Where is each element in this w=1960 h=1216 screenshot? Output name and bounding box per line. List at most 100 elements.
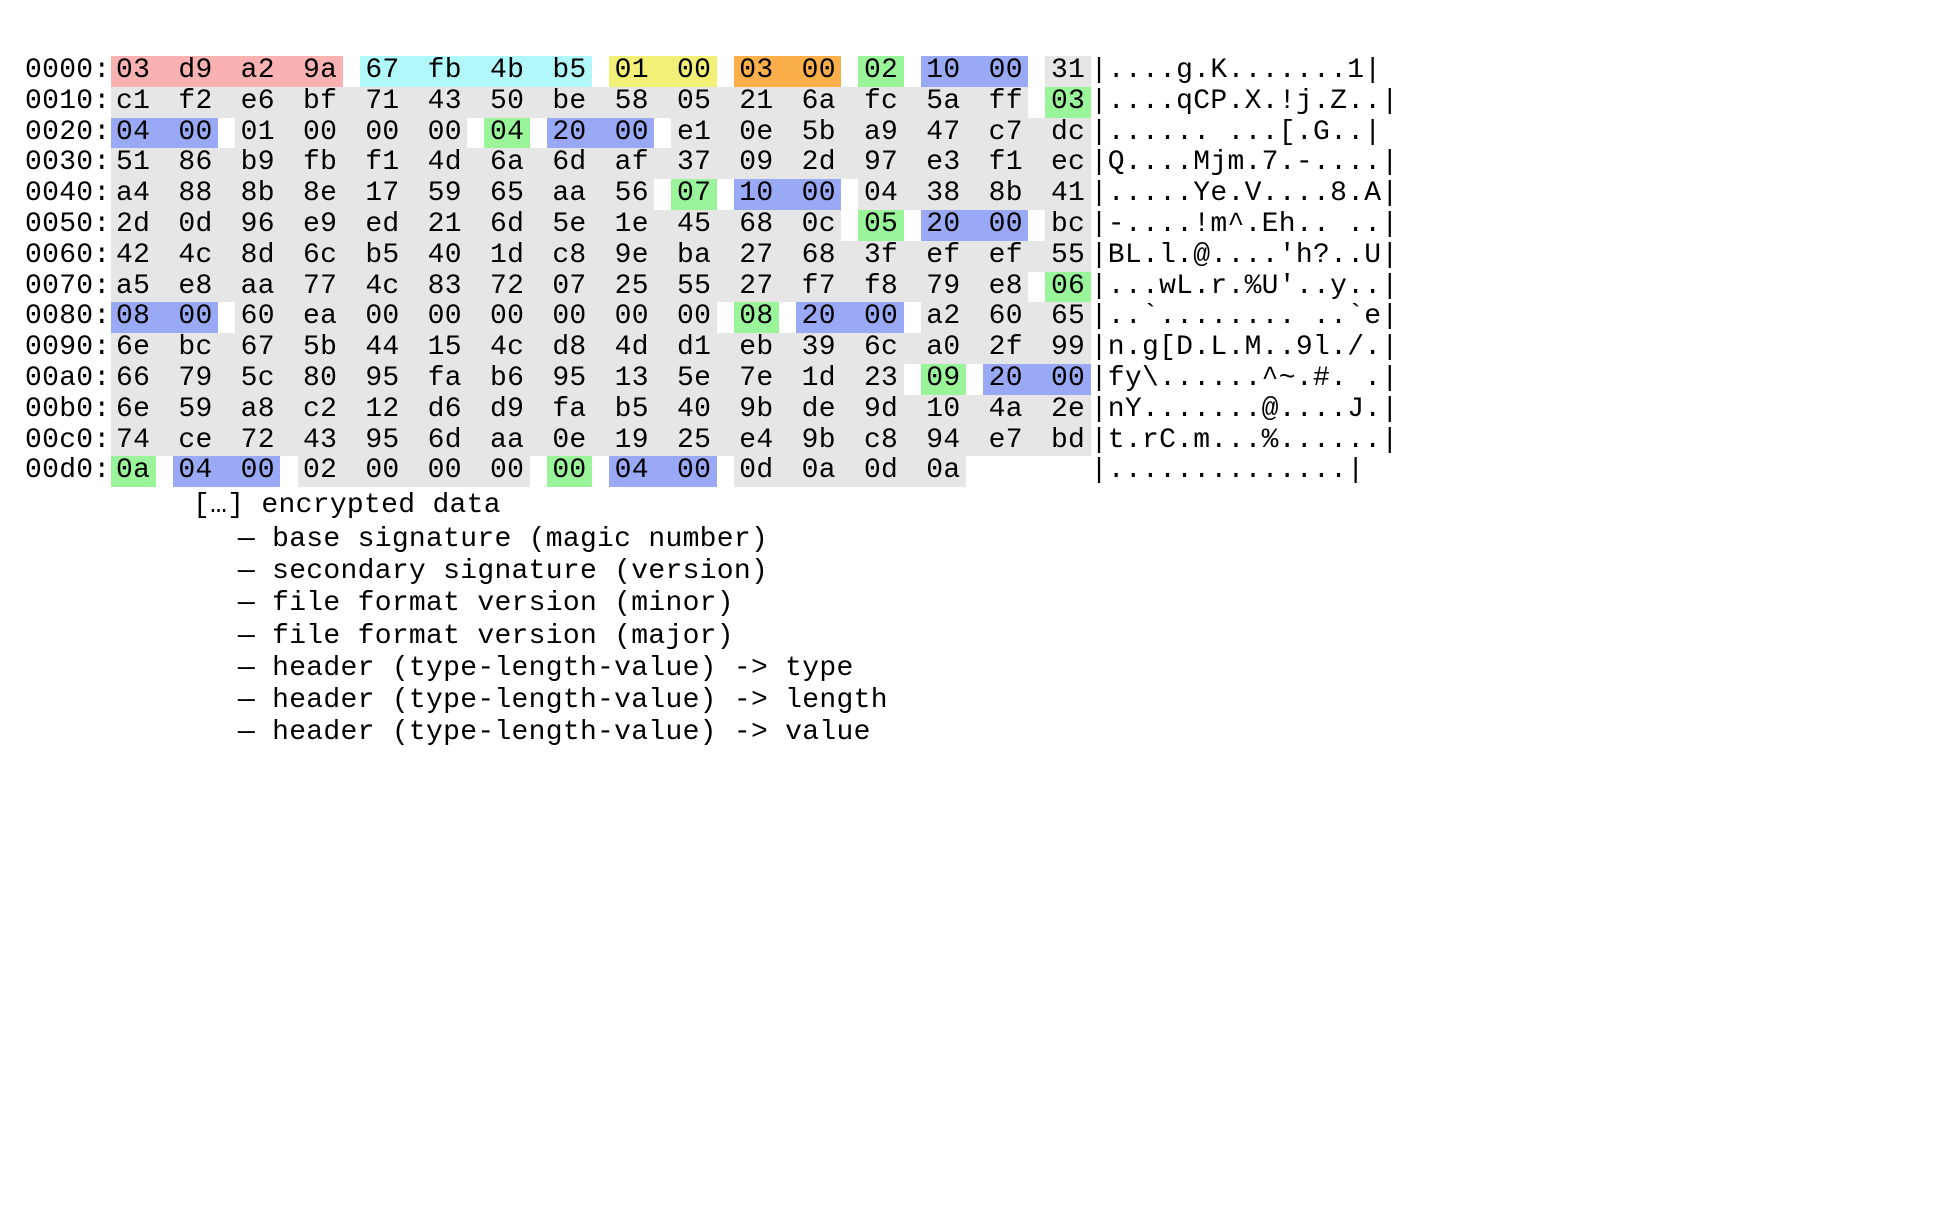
ascii-cell: |BL.l.@....'h?..U| [1091, 241, 1399, 272]
byte: ef [921, 241, 966, 272]
ascii-cell: |.....Ye.V....8.A| [1091, 179, 1399, 210]
byte: 00 [547, 302, 592, 333]
byte: 58 [609, 87, 654, 118]
byte: 43 [298, 426, 343, 457]
offset-cell: 00a0: [25, 364, 111, 395]
byte: e4 [734, 426, 779, 457]
byte: 37 [671, 148, 716, 179]
ascii-cell: |fy\......^~.#. .| [1091, 364, 1399, 395]
offset-cell: 0010: [25, 87, 111, 118]
byte: 00 [422, 456, 467, 487]
byte: fb [422, 56, 467, 87]
byte: 04 [111, 118, 156, 149]
byte: ba [671, 241, 716, 272]
byte: 6a [484, 148, 529, 179]
byte: 04 [609, 456, 654, 487]
byte: f7 [796, 272, 841, 303]
byte: 00 [235, 456, 280, 487]
byte: ea [298, 302, 343, 333]
bytes-cell: 51 86 b9 fb f1 4d 6a 6d af 37 09 2d 97 e… [111, 148, 1091, 179]
byte: 44 [360, 333, 405, 364]
byte: 4b [484, 56, 529, 87]
byte: bc [1045, 210, 1090, 241]
byte: 6e [111, 333, 156, 364]
byte: ec [1045, 148, 1090, 179]
bytes-cell: 2d 0d 96 e9 ed 21 6d 5e 1e 45 68 0c 05 2… [111, 210, 1091, 241]
byte: 43 [422, 87, 467, 118]
byte: 00 [484, 456, 529, 487]
byte: 4c [173, 241, 218, 272]
byte: 42 [111, 241, 156, 272]
byte: a4 [111, 179, 156, 210]
byte: 4d [422, 148, 467, 179]
byte: 0d [734, 456, 779, 487]
hex-row: 0090:6e bc 67 5b 44 15 4c d8 4d d1 eb 39… [25, 333, 1399, 364]
ascii-cell: |..`........ ..`e| [1091, 302, 1399, 333]
offset-cell: 0070: [25, 272, 111, 303]
byte: 2e [1045, 395, 1090, 426]
byte: 59 [422, 179, 467, 210]
byte: 6c [858, 333, 903, 364]
byte: 6e [111, 395, 156, 426]
byte: 00 [422, 302, 467, 333]
bytes-cell: 42 4c 8d 6c b5 40 1d c8 9e ba 27 68 3f e… [111, 241, 1091, 272]
byte: 01 [235, 118, 280, 149]
hex-row: 0030:51 86 b9 fb f1 4d 6a 6d af 37 09 2d… [25, 148, 1399, 179]
byte: 60 [983, 302, 1028, 333]
byte: 00 [671, 456, 716, 487]
byte: c2 [298, 395, 343, 426]
byte: 21 [422, 210, 467, 241]
byte: 88 [173, 179, 218, 210]
offset-cell: 00b0: [25, 395, 111, 426]
byte: 00 [671, 302, 716, 333]
offset-cell: 0020: [25, 118, 111, 149]
byte: 07 [547, 272, 592, 303]
legend-label: — file format version (minor) [221, 588, 734, 619]
byte: 20 [983, 364, 1028, 395]
legend-item: — secondary signature (version) [193, 556, 1935, 588]
byte: 9b [796, 426, 841, 457]
byte: af [609, 148, 654, 179]
byte: 68 [796, 241, 841, 272]
byte: 25 [609, 272, 654, 303]
offset-cell: 00c0: [25, 426, 111, 457]
byte: 6a [796, 87, 841, 118]
byte: 96 [235, 210, 280, 241]
byte: aa [547, 179, 592, 210]
legend-item: — header (type-length-value) -> length [193, 685, 1935, 717]
offset-cell: 0000: [25, 56, 111, 87]
byte: d6 [422, 395, 467, 426]
byte: 71 [360, 87, 405, 118]
byte: 9b [734, 395, 779, 426]
byte: 80 [298, 364, 343, 395]
ascii-cell: |...wL.r.%U'..y..| [1091, 272, 1399, 303]
hex-row: 0080:08 00 60 ea 00 00 00 00 00 00 08 20… [25, 302, 1399, 333]
byte: 86 [173, 148, 218, 179]
byte: 9a [298, 56, 343, 87]
byte: 0e [547, 426, 592, 457]
byte: 0a [796, 456, 841, 487]
byte: 95 [547, 364, 592, 395]
byte: b6 [484, 364, 529, 395]
byte: 40 [671, 395, 716, 426]
byte: 8e [298, 179, 343, 210]
byte: a0 [921, 333, 966, 364]
byte: 23 [858, 364, 903, 395]
hex-row: 00b0:6e 59 a8 c2 12 d6 d9 fa b5 40 9b de… [25, 395, 1399, 426]
byte: e1 [671, 118, 716, 149]
ascii-cell: |....g.K.......1| [1091, 56, 1399, 87]
offset-cell: 0040: [25, 179, 111, 210]
byte: 79 [921, 272, 966, 303]
byte: 0a [111, 456, 156, 487]
byte: 1e [609, 210, 654, 241]
ascii-cell: |t.rC.m...%......| [1091, 426, 1399, 457]
byte: b5 [547, 56, 592, 87]
byte: 00 [609, 302, 654, 333]
byte: 66 [111, 364, 156, 395]
byte: 38 [921, 179, 966, 210]
ascii-cell: |...... ...[.G..| [1091, 118, 1399, 149]
legend-item: — file format version (major) [193, 621, 1935, 653]
ascii-cell: |n.g[D.L.M..9l./.| [1091, 333, 1399, 364]
byte: 67 [360, 56, 405, 87]
bytes-cell: 03 d9 a2 9a 67 fb 4b b5 01 00 03 00 02 1… [111, 56, 1091, 87]
